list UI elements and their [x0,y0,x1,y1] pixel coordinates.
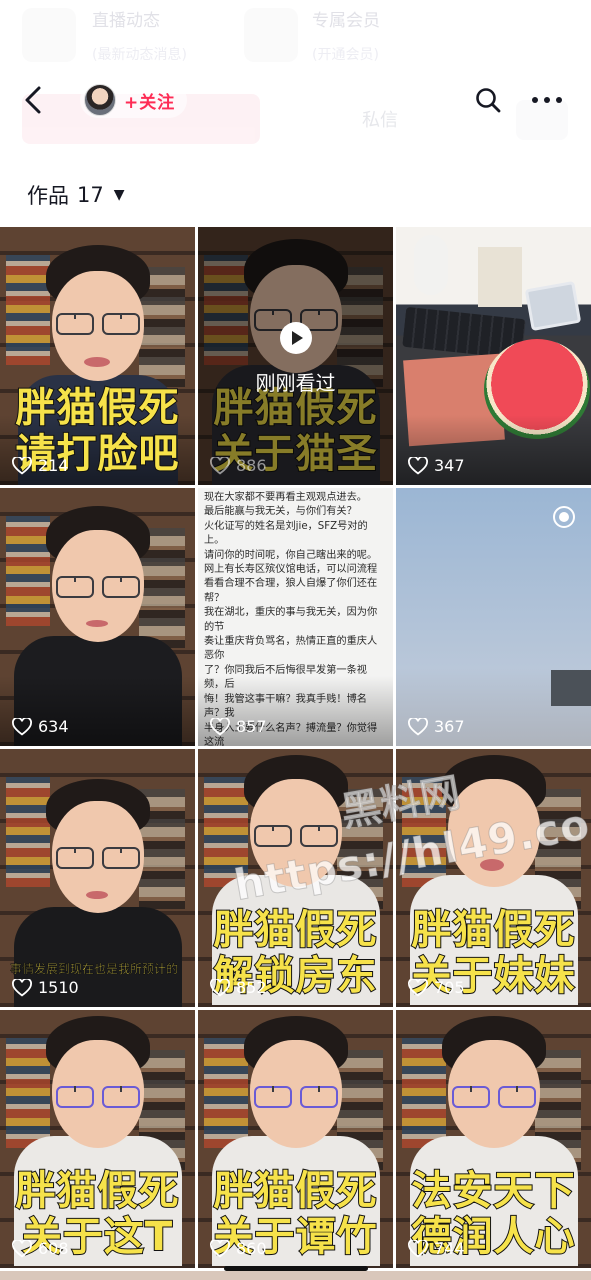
like-count-value: 857 [236,717,267,736]
like-count-value: 852 [236,978,267,997]
search-icon [476,88,501,113]
video-tile[interactable]: 现在大家都不要再看主观观点进去。 最后能赢与我无关，与你们有关？ 火化证写的姓名是刘… [198,488,393,746]
video-tile[interactable]: 634 [0,488,195,746]
works-tab[interactable]: 作品 17 ▼ [27,180,125,210]
like-count-value: 367 [434,717,465,736]
document-line: 奏让重庆背负骂名，热情正直的重庆人恶你 [204,636,378,662]
video-caption-line1: 胖猫假死 [213,1168,378,1214]
bg-item-title: 专属会员 [312,11,380,31]
heart-icon [408,717,428,735]
works-count: 17 [77,183,104,207]
video-tile[interactable]: 胖猫假死 请打脸吧 214 [0,227,195,485]
more-icon [532,97,562,103]
like-count-value: 860 [236,1239,267,1258]
heart-icon [12,717,32,735]
video-tile[interactable]: 胖猫假死 关于猫圣 刚刚看过 886 [198,227,393,485]
works-label: 作品 [27,184,69,208]
heart-icon [12,978,32,996]
document-line: 看看合理不合理，狼人自爆了你们还在帮？ [204,578,378,604]
heart-icon [210,978,230,996]
back-button[interactable] [20,82,50,118]
sky-scene [396,488,591,746]
live-icon [22,8,76,62]
home-indicator [224,1266,368,1271]
video-tile[interactable]: 事情发展到现在也是我所预计的 1510 [0,749,195,1007]
like-count: 886 [210,456,267,475]
document-line: 我在湖北，重庆的事与我无关，因为你的节 [204,607,378,633]
heart-icon [210,1239,230,1257]
like-count-value: 1510 [38,978,79,997]
top-nav: +关注 [0,72,591,128]
search-button[interactable] [474,86,502,114]
bg-item-title: 直播动态 [92,11,160,31]
back-arrow-icon [25,86,41,114]
video-tile[interactable]: 347 [396,227,591,485]
caret-down-icon: ▼ [113,187,125,203]
next-row-peek [0,1271,591,1280]
like-count-value: 886 [236,456,267,475]
heart-icon [408,978,428,996]
heart-icon [12,456,32,474]
watched-label: 刚刚看过 [255,371,336,395]
heart-icon [210,717,230,735]
like-count: 634 [12,717,69,736]
like-count: 857 [210,717,267,736]
video-caption-line1: 胖猫假死 [15,385,180,431]
video-tile[interactable]: 法安天下 德润人心 744 [396,1010,591,1268]
like-count-value: 744 [434,1239,465,1258]
play-icon [280,322,312,354]
vip-icon [244,8,298,62]
video-subtitle: 事情发展到现在也是我所预计的 [10,962,179,977]
like-count-value: 608 [38,1239,69,1258]
video-tile[interactable]: 367 [396,488,591,746]
document-line: 火化证写的姓名是刘jie，SFZ号对的上。 [204,520,368,547]
like-count: 744 [408,1239,465,1258]
like-count: 860 [210,1239,267,1258]
follow-button[interactable]: +关注 [124,88,175,113]
more-button[interactable] [530,86,564,114]
video-caption-line1: 胖猫假死 [15,1168,180,1214]
bg-item-sub: (最新动态消息) [92,47,187,63]
video-caption-line1: 胖猫假死 [411,907,576,953]
like-count: 367 [408,717,465,736]
heart-icon [210,456,230,474]
document-line: 最后能赢与我无关，与你们有关？ [204,506,357,518]
like-count-value: 705 [434,978,465,997]
video-caption-line1: 法安天下 [411,1168,576,1214]
like-count-value: 347 [434,456,465,475]
document-line: 请问你的时间呢，你自己瞎出来的呢。 [204,549,378,561]
like-count-value: 214 [38,456,69,475]
heart-icon [408,1239,428,1257]
like-count: 608 [12,1239,69,1258]
live-photo-icon [553,506,575,528]
like-count: 852 [210,978,267,997]
document-line: 网上有长寿区殡仪馆电话，可以问流程 [204,564,378,576]
video-caption-line1: 胖猫假死 [213,907,378,953]
like-count: 214 [12,456,69,475]
like-count: 1510 [12,978,79,997]
video-grid: 胖猫假死 请打脸吧 214 胖猫假死 关于猫圣 刚刚看过 886 347 634… [0,227,591,1268]
like-count: 705 [408,978,465,997]
avatar[interactable] [84,84,116,116]
document-line: 现在大家都不要再看主观观点进去。 [204,492,367,503]
follow-chip[interactable]: +关注 [80,82,188,118]
heart-icon [12,1239,32,1257]
like-count: 347 [408,456,465,475]
video-tile[interactable]: 胖猫假死 关于这T 608 [0,1010,195,1268]
video-tile[interactable]: 胖猫假死 关于谭竹 860 [198,1010,393,1268]
heart-icon [408,456,428,474]
like-count-value: 634 [38,717,69,736]
bg-item-sub: (开通会员) [312,47,379,63]
